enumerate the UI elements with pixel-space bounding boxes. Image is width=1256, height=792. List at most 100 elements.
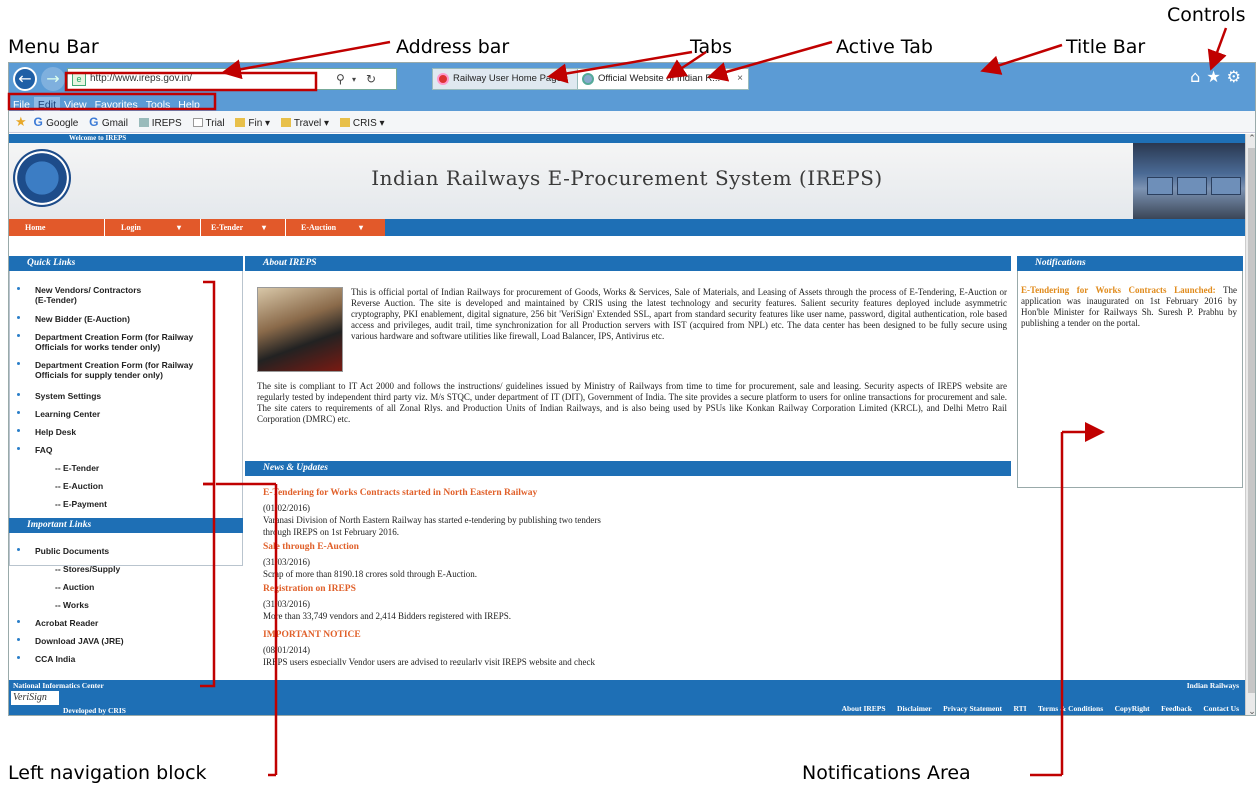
scroll-down-icon[interactable]: ⌄: [1246, 707, 1255, 715]
fav-fin[interactable]: Fin ▾: [235, 113, 270, 135]
favorites-add-icon[interactable]: ★: [15, 114, 27, 129]
important-link-cca[interactable]: CCA India: [9, 654, 242, 664]
favorites-star-icon[interactable]: ★: [1206, 67, 1226, 86]
link-label: -- Stores/Supply: [55, 564, 121, 574]
quick-link-faq-e-payment[interactable]: -- E-Payment: [9, 499, 242, 509]
link-label: Officials for works tender only): [35, 342, 161, 352]
link-label: New Vendors/ Contractors: [35, 285, 142, 295]
nav-home[interactable]: Home: [25, 219, 45, 236]
ie-favicon-icon: [582, 73, 594, 85]
address-url[interactable]: http://www.ireps.gov.in/: [90, 73, 192, 84]
footer-link[interactable]: CopyRight: [1115, 704, 1150, 713]
footer-link[interactable]: Privacy Statement: [943, 704, 1002, 713]
bullet-icon: [17, 316, 20, 319]
quick-link-faq-e-auction[interactable]: -- E-Auction: [9, 481, 242, 491]
page-scrollbar[interactable]: ⌃ ⌄: [1245, 134, 1255, 715]
forward-arrow-icon[interactable]: →: [41, 67, 65, 91]
footer-indian-railways: Indian Railways: [1186, 681, 1239, 690]
annotation-menu-bar: Menu Bar: [8, 36, 99, 58]
news-body: through IREPS on 1st February 2016.: [263, 527, 399, 537]
quick-link-new-vendors-sub[interactable]: (E-Tender): [9, 295, 242, 305]
quick-link-dept-works-sub[interactable]: Officials for works tender only): [9, 342, 242, 352]
nav-login[interactable]: Login: [121, 219, 141, 236]
footer-link[interactable]: Feedback: [1161, 704, 1192, 713]
quick-link-learning-center[interactable]: Learning Center: [9, 409, 242, 419]
close-tab-icon[interactable]: ×: [737, 69, 743, 89]
link-label: -- E-Tender: [55, 463, 100, 473]
quick-link-dept-works[interactable]: Department Creation Form (for Railway: [9, 332, 242, 342]
quick-link-faq-e-tender[interactable]: -- E-Tender: [9, 463, 242, 473]
annotation-title-bar: Title Bar: [1066, 36, 1146, 58]
scroll-up-icon[interactable]: ⌃: [1246, 134, 1255, 144]
quick-link-new-bidder[interactable]: New Bidder (E-Auction): [9, 314, 242, 324]
news-title[interactable]: IMPORTANT NOTICE: [263, 630, 361, 640]
important-link-auction[interactable]: -- Auction: [9, 582, 242, 592]
important-link-works[interactable]: -- Works: [9, 600, 242, 610]
chevron-down-icon[interactable]: ▾: [177, 219, 181, 236]
quick-link-dept-supply-sub[interactable]: Officials for supply tender only): [9, 370, 242, 380]
news-date: (01/02/2016): [263, 503, 310, 513]
fav-google[interactable]: G Google: [33, 111, 78, 135]
important-link-java[interactable]: Download JAVA (JRE): [9, 636, 242, 646]
menu-bar: File Edit View Favorites Tools Help: [9, 95, 1255, 113]
link-label: CCA India: [35, 654, 76, 664]
footer-link[interactable]: About IREPS: [842, 704, 886, 713]
footer-link[interactable]: Terms & Conditions: [1038, 704, 1103, 713]
news-title[interactable]: Sale through E-Auction: [263, 542, 359, 552]
link-label: -- E-Auction: [55, 481, 104, 491]
annotation-notifications-area: Notifications Area: [802, 762, 971, 784]
home-icon[interactable]: ⌂: [1190, 67, 1206, 86]
train-car: [1147, 177, 1173, 195]
browser-controls: ⌂★⚙: [1190, 67, 1247, 86]
tab-label: Railway User Home Page: [453, 73, 562, 84]
important-link-acrobat[interactable]: Acrobat Reader: [9, 618, 242, 628]
footer-link[interactable]: Contact Us: [1203, 704, 1239, 713]
link-label: Help Desk: [35, 427, 77, 437]
important-link-stores-supply[interactable]: -- Stores/Supply: [9, 564, 242, 574]
folder-icon: [280, 118, 291, 127]
footer-nic: National Informatics Center: [13, 681, 104, 690]
page-icon: [192, 118, 203, 127]
google-icon: G: [33, 115, 47, 129]
bullet-icon: [17, 362, 20, 365]
tab-official-website-active[interactable]: Official Website of Indian R... ×: [577, 68, 749, 90]
quick-link-help-desk[interactable]: Help Desk: [9, 427, 242, 437]
settings-gear-icon[interactable]: ⚙: [1227, 67, 1247, 86]
news-body: IREPS users especially Vendor users are …: [263, 657, 596, 665]
tab-label: Official Website of Indian R...: [598, 73, 721, 84]
fav-travel[interactable]: Travel ▾: [280, 113, 329, 135]
news-date: (31/03/2016): [263, 599, 310, 609]
notification-highlight[interactable]: E-Tendering for Works Contracts Launched…: [1021, 285, 1216, 295]
fav-gmail[interactable]: G Gmail: [89, 111, 128, 135]
news-title[interactable]: Registration on IREPS: [263, 584, 356, 594]
important-link-public-documents[interactable]: Public Documents: [9, 546, 242, 556]
address-bar[interactable]: e http://www.ireps.gov.in/ ⚲ ▾ ↻: [67, 68, 397, 90]
quick-link-faq[interactable]: FAQ: [9, 445, 242, 455]
bullet-icon: [17, 548, 20, 551]
link-label: System Settings: [35, 391, 102, 401]
scroll-thumb[interactable]: [1248, 148, 1255, 693]
bullet-icon: [17, 334, 20, 337]
nav-e-tender[interactable]: E-Tender: [211, 219, 243, 236]
footer-link[interactable]: Disclaimer: [897, 704, 932, 713]
footer-developed-by: Developed by CRIS: [63, 706, 126, 715]
link-label: Department Creation Form (for Railway: [35, 332, 194, 342]
news-body: Varanasi Division of North Eastern Railw…: [263, 515, 601, 525]
quick-link-dept-supply[interactable]: Department Creation Form (for Railway: [9, 360, 242, 370]
fav-cris[interactable]: CRIS ▾: [339, 113, 385, 135]
refresh-icon[interactable]: ↻: [366, 72, 376, 86]
link-label: New Bidder (E-Auction): [35, 314, 130, 324]
fav-ireps[interactable]: IREPS: [138, 113, 182, 135]
back-arrow-icon[interactable]: ←: [13, 67, 37, 91]
news-title[interactable]: E-Tendering for Works Contracts started …: [263, 488, 537, 498]
search-icon[interactable]: ⚲: [336, 72, 345, 86]
bullet-icon: [17, 638, 20, 641]
dropdown-icon[interactable]: ▾: [352, 75, 356, 84]
footer-link[interactable]: RTI: [1013, 704, 1026, 713]
fav-trial[interactable]: Trial: [192, 113, 225, 135]
link-label: Download JAVA (JRE): [35, 636, 124, 646]
quick-link-system-settings[interactable]: System Settings: [9, 391, 242, 401]
quick-link-new-vendors[interactable]: New Vendors/ Contractors: [9, 285, 242, 295]
annotation-left-nav: Left navigation block: [8, 762, 207, 784]
title-bar: ← → e http://www.ireps.gov.in/ ⚲ ▾ ↻ Rai…: [9, 63, 1255, 95]
